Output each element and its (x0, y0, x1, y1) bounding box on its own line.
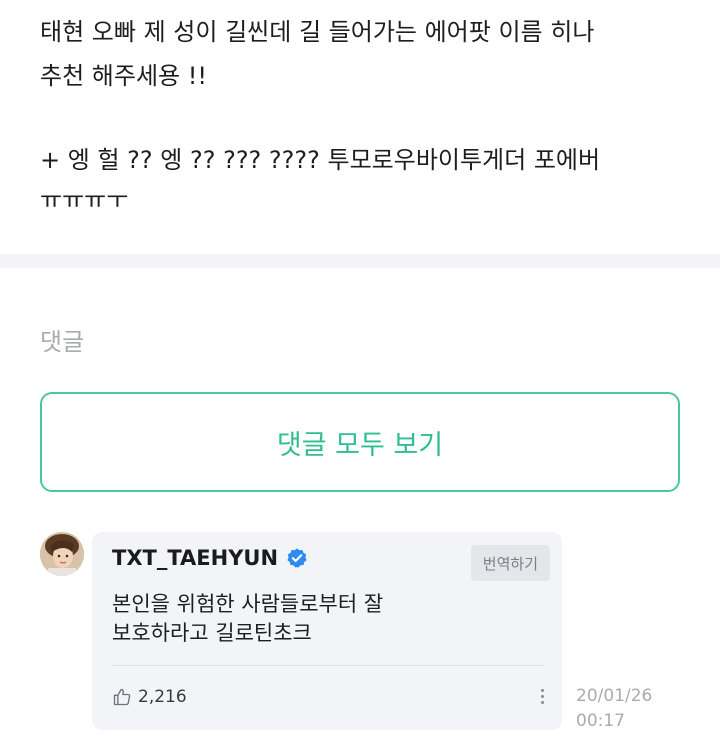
avatar-image (40, 532, 84, 576)
verified-check-icon (287, 548, 307, 568)
comment-text-line: 본인을 위험한 사람들로부터 잘 (112, 592, 384, 616)
post-text-line: + 엥 헐 ?? 엥 ?? ??? ???? 투모로우바이투게더 포에버 (40, 146, 601, 174)
comment-text-line: 보호하라고 길로틴초크 (112, 621, 312, 645)
author-name: TXT_TAEHYUN (112, 546, 279, 570)
comment-time: 00:17 (576, 711, 625, 731)
view-all-comments-button[interactable]: 댓글 모두 보기 (40, 392, 680, 492)
comment-date: 20/01/26 (576, 686, 653, 706)
comment-divider (112, 665, 544, 666)
like-count: 2,216 (138, 687, 187, 707)
avatar[interactable] (40, 532, 84, 576)
section-divider (0, 254, 720, 268)
more-options-icon[interactable] (536, 684, 548, 708)
comment-timestamp: 20/01/26 00:17 (576, 684, 652, 734)
translate-button[interactable]: 번역하기 (470, 545, 550, 581)
comment-bubble: TXT_TAEHYUN 번역하기 본인을 위험한 사람들로부터 잘 보호하라고 … (92, 532, 562, 730)
comments-heading: 댓글 (40, 328, 85, 356)
post-text-line: ㅠㅠㅠㅜ (40, 186, 129, 209)
comment-text: 본인을 위험한 사람들로부터 잘 보호하라고 길로틴초크 (112, 590, 542, 648)
post-text-line: 추천 해주세용 !! (40, 62, 207, 90)
comment-author[interactable]: TXT_TAEHYUN (112, 546, 308, 570)
post-text-line: 태현 오빠 제 성이 길씬데 길 들어가는 에어팟 이름 히나 (40, 18, 595, 46)
like-button[interactable]: 2,216 (112, 687, 187, 707)
thumbs-up-icon (113, 688, 131, 706)
post-content: 태현 오빠 제 성이 길씬데 길 들어가는 에어팟 이름 히나 추천 해주세용 … (0, 0, 720, 254)
